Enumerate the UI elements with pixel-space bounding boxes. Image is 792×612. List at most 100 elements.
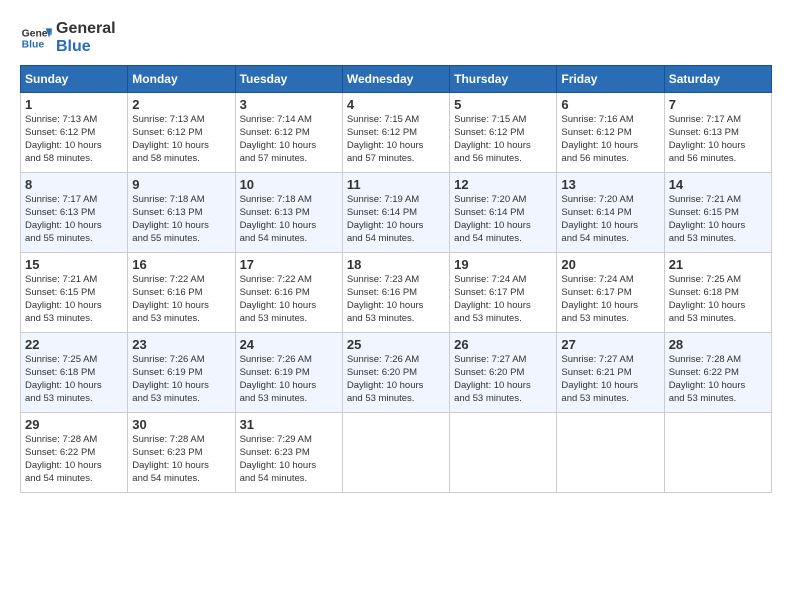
calendar-cell: 11 Sunrise: 7:19 AM Sunset: 6:14 PM Dayli… xyxy=(342,173,449,253)
calendar-cell: 9 Sunrise: 7:18 AM Sunset: 6:13 PM Daylig… xyxy=(128,173,235,253)
day-info: Sunrise: 7:14 AM Sunset: 6:12 PM Dayligh… xyxy=(240,114,338,165)
day-info: Sunrise: 7:17 AM Sunset: 6:13 PM Dayligh… xyxy=(669,114,767,165)
calendar-table: SundayMondayTuesdayWednesdayThursdayFrid… xyxy=(20,65,772,493)
day-info: Sunrise: 7:23 AM Sunset: 6:16 PM Dayligh… xyxy=(347,274,445,325)
day-number: 27 xyxy=(561,337,659,352)
day-info: Sunrise: 7:20 AM Sunset: 6:14 PM Dayligh… xyxy=(454,194,552,245)
day-number: 20 xyxy=(561,257,659,272)
day-number: 21 xyxy=(669,257,767,272)
calendar-cell xyxy=(450,413,557,493)
day-number: 25 xyxy=(347,337,445,352)
day-info: Sunrise: 7:20 AM Sunset: 6:14 PM Dayligh… xyxy=(561,194,659,245)
calendar-cell: 7 Sunrise: 7:17 AM Sunset: 6:13 PM Daylig… xyxy=(664,93,771,173)
day-info: Sunrise: 7:15 AM Sunset: 6:12 PM Dayligh… xyxy=(454,114,552,165)
day-info: Sunrise: 7:29 AM Sunset: 6:23 PM Dayligh… xyxy=(240,434,338,485)
header-friday: Friday xyxy=(557,66,664,93)
logo-text-line2: Blue xyxy=(56,38,116,56)
calendar-cell: 14Sunrise: 7:21 AM Sunset: 6:15 PM Dayli… xyxy=(664,173,771,253)
day-number: 3 xyxy=(240,97,338,112)
calendar-cell: 15Sunrise: 7:21 AM Sunset: 6:15 PM Dayli… xyxy=(21,253,128,333)
day-info: Sunrise: 7:28 AM Sunset: 6:23 PM Dayligh… xyxy=(132,434,230,485)
calendar-cell: 24 Sunrise: 7:26 AM Sunset: 6:19 PM Dayli… xyxy=(235,333,342,413)
day-number: 14 xyxy=(669,177,767,192)
calendar-cell: 8Sunrise: 7:17 AM Sunset: 6:13 PM Daylig… xyxy=(21,173,128,253)
calendar-cell: 31 Sunrise: 7:29 AM Sunset: 6:23 PM Dayli… xyxy=(235,413,342,493)
day-info: Sunrise: 7:27 AM Sunset: 6:20 PM Dayligh… xyxy=(454,354,552,405)
day-info: Sunrise: 7:15 AM Sunset: 6:12 PM Dayligh… xyxy=(347,114,445,165)
calendar-cell: 29Sunrise: 7:28 AM Sunset: 6:22 PM Dayli… xyxy=(21,413,128,493)
svg-text:Blue: Blue xyxy=(22,39,45,50)
day-info: Sunrise: 7:13 AM Sunset: 6:12 PM Dayligh… xyxy=(132,114,230,165)
header-thursday: Thursday xyxy=(450,66,557,93)
day-info: Sunrise: 7:27 AM Sunset: 6:21 PM Dayligh… xyxy=(561,354,659,405)
calendar-cell: 10 Sunrise: 7:18 AM Sunset: 6:13 PM Dayli… xyxy=(235,173,342,253)
calendar-cell: 23Sunrise: 7:26 AM Sunset: 6:19 PM Dayli… xyxy=(128,333,235,413)
day-number: 13 xyxy=(561,177,659,192)
calendar-week-row: 15Sunrise: 7:21 AM Sunset: 6:15 PM Dayli… xyxy=(21,253,772,333)
day-number: 5 xyxy=(454,97,552,112)
calendar-cell: 20 Sunrise: 7:24 AM Sunset: 6:17 PM Dayli… xyxy=(557,253,664,333)
calendar-week-row: 22 Sunrise: 7:25 AM Sunset: 6:18 PM Dayli… xyxy=(21,333,772,413)
day-info: Sunrise: 7:22 AM Sunset: 6:16 PM Dayligh… xyxy=(132,274,230,325)
day-info: Sunrise: 7:25 AM Sunset: 6:18 PM Dayligh… xyxy=(669,274,767,325)
calendar-cell: 2 Sunrise: 7:13 AM Sunset: 6:12 PM Daylig… xyxy=(128,93,235,173)
calendar-cell: 28 Sunrise: 7:28 AM Sunset: 6:22 PM Dayli… xyxy=(664,333,771,413)
day-number: 6 xyxy=(561,97,659,112)
page-header: General Blue General Blue xyxy=(20,20,772,55)
calendar-cell: 27 Sunrise: 7:27 AM Sunset: 6:21 PM Dayli… xyxy=(557,333,664,413)
day-number: 1 xyxy=(25,97,123,112)
calendar-cell: 3 Sunrise: 7:14 AM Sunset: 6:12 PM Daylig… xyxy=(235,93,342,173)
day-info: Sunrise: 7:19 AM Sunset: 6:14 PM Dayligh… xyxy=(347,194,445,245)
day-number: 12 xyxy=(454,177,552,192)
calendar-cell: 17Sunrise: 7:22 AM Sunset: 6:16 PM Dayli… xyxy=(235,253,342,333)
calendar-header-row: SundayMondayTuesdayWednesdayThursdayFrid… xyxy=(21,66,772,93)
calendar-cell xyxy=(664,413,771,493)
logo-icon: General Blue xyxy=(20,22,52,54)
day-info: Sunrise: 7:16 AM Sunset: 6:12 PM Dayligh… xyxy=(561,114,659,165)
header-monday: Monday xyxy=(128,66,235,93)
day-info: Sunrise: 7:25 AM Sunset: 6:18 PM Dayligh… xyxy=(25,354,123,405)
logo-text-line1: General xyxy=(56,20,116,38)
calendar-cell: 26 Sunrise: 7:27 AM Sunset: 6:20 PM Dayli… xyxy=(450,333,557,413)
calendar-week-row: 1 Sunrise: 7:13 AM Sunset: 6:12 PM Daylig… xyxy=(21,93,772,173)
calendar-week-row: 8Sunrise: 7:17 AM Sunset: 6:13 PM Daylig… xyxy=(21,173,772,253)
day-number: 24 xyxy=(240,337,338,352)
day-info: Sunrise: 7:26 AM Sunset: 6:19 PM Dayligh… xyxy=(240,354,338,405)
calendar-cell: 13 Sunrise: 7:20 AM Sunset: 6:14 PM Dayli… xyxy=(557,173,664,253)
calendar-cell: 18Sunrise: 7:23 AM Sunset: 6:16 PM Dayli… xyxy=(342,253,449,333)
calendar-cell: 12 Sunrise: 7:20 AM Sunset: 6:14 PM Dayli… xyxy=(450,173,557,253)
day-number: 28 xyxy=(669,337,767,352)
day-number: 15 xyxy=(25,257,123,272)
day-number: 16 xyxy=(132,257,230,272)
calendar-cell: 16 Sunrise: 7:22 AM Sunset: 6:16 PM Dayli… xyxy=(128,253,235,333)
day-info: Sunrise: 7:26 AM Sunset: 6:19 PM Dayligh… xyxy=(132,354,230,405)
header-saturday: Saturday xyxy=(664,66,771,93)
day-number: 11 xyxy=(347,177,445,192)
calendar-cell: 6 Sunrise: 7:16 AM Sunset: 6:12 PM Daylig… xyxy=(557,93,664,173)
day-info: Sunrise: 7:17 AM Sunset: 6:13 PM Dayligh… xyxy=(25,194,123,245)
calendar-cell xyxy=(557,413,664,493)
day-number: 4 xyxy=(347,97,445,112)
day-number: 7 xyxy=(669,97,767,112)
day-info: Sunrise: 7:28 AM Sunset: 6:22 PM Dayligh… xyxy=(669,354,767,405)
day-number: 30 xyxy=(132,417,230,432)
day-info: Sunrise: 7:13 AM Sunset: 6:12 PM Dayligh… xyxy=(25,114,123,165)
day-number: 31 xyxy=(240,417,338,432)
calendar-cell: 1 Sunrise: 7:13 AM Sunset: 6:12 PM Daylig… xyxy=(21,93,128,173)
day-info: Sunrise: 7:24 AM Sunset: 6:17 PM Dayligh… xyxy=(561,274,659,325)
logo: General Blue General Blue xyxy=(20,20,116,55)
header-wednesday: Wednesday xyxy=(342,66,449,93)
day-number: 22 xyxy=(25,337,123,352)
day-info: Sunrise: 7:18 AM Sunset: 6:13 PM Dayligh… xyxy=(240,194,338,245)
day-info: Sunrise: 7:18 AM Sunset: 6:13 PM Dayligh… xyxy=(132,194,230,245)
calendar-cell: 19Sunrise: 7:24 AM Sunset: 6:17 PM Dayli… xyxy=(450,253,557,333)
calendar-cell: 5 Sunrise: 7:15 AM Sunset: 6:12 PM Daylig… xyxy=(450,93,557,173)
header-sunday: Sunday xyxy=(21,66,128,93)
day-number: 10 xyxy=(240,177,338,192)
day-info: Sunrise: 7:28 AM Sunset: 6:22 PM Dayligh… xyxy=(25,434,123,485)
day-info: Sunrise: 7:26 AM Sunset: 6:20 PM Dayligh… xyxy=(347,354,445,405)
day-number: 2 xyxy=(132,97,230,112)
day-number: 9 xyxy=(132,177,230,192)
day-number: 26 xyxy=(454,337,552,352)
day-number: 17 xyxy=(240,257,338,272)
